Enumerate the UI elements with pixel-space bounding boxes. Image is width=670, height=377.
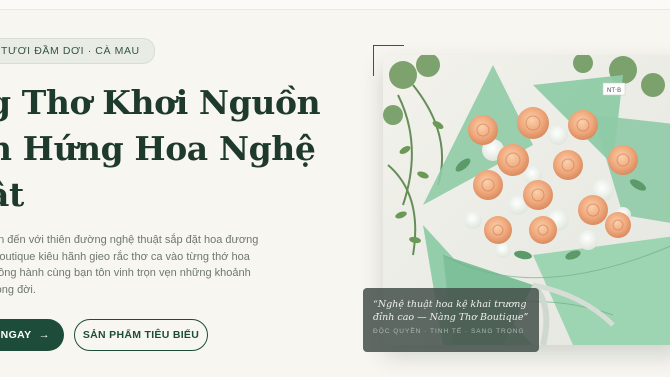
primary-cta-button[interactable]: ANGAY → (0, 319, 64, 351)
hero-headline: g Thơ Khơi Nguồn n Hứng Hoa Nghệ ật (0, 80, 321, 218)
headline-line-3: ật (0, 175, 24, 214)
featured-products-button[interactable]: SẢN PHẨM TIÊU BIỂU (74, 319, 208, 351)
headline-line-1: g Thơ Khơi Nguồn (0, 83, 321, 122)
description-line-3: đồng hành cùng bạn tôn vinh trọn vẹn nhữ… (0, 267, 251, 279)
location-badge: TƯƠI ĐẦM DƠI · CÀ MAU (0, 38, 155, 64)
quote-card: “Nghệ thuật hoa kệ khai trương đỉnh cao … (363, 288, 539, 352)
quote-text: “Nghệ thuật hoa kệ khai trương đỉnh cao … (373, 299, 529, 323)
top-border (0, 0, 670, 10)
primary-cta-label: ANGAY (0, 329, 32, 341)
quote-tags: ĐỘC QUYỀN · TINH TẾ · SANG TRỌNG (373, 328, 525, 335)
bouquet-tag-label: NT·B (607, 87, 621, 94)
description-line-4: rong đời. (0, 283, 36, 296)
headline-line-2: n Hứng Hoa Nghệ (0, 129, 316, 168)
description-line-1: an đến với thiên đường nghệ thuật sắp đặ… (0, 234, 259, 246)
description-line-2: Boutique kiêu hãnh gieo rắc thơ ca vào t… (0, 250, 250, 263)
arrow-right-icon: → (38, 329, 50, 341)
hero-description: an đến với thiên đường nghệ thuật sắp đặ… (0, 232, 262, 298)
